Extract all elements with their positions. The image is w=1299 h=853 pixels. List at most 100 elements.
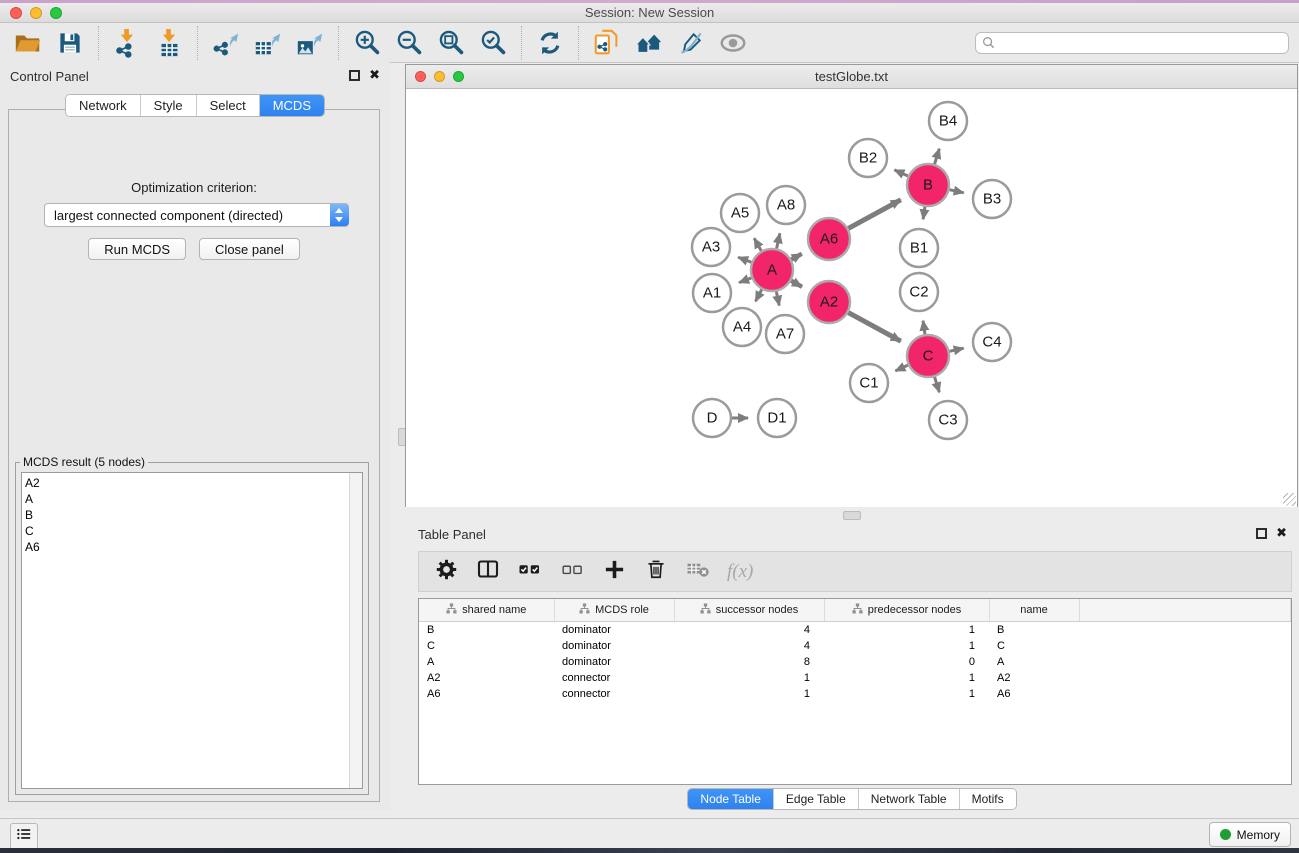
zoom-fit-button[interactable] [434, 26, 468, 60]
graph-node-A3[interactable]: A3 [692, 228, 730, 266]
clone-network-button[interactable] [590, 26, 624, 60]
table-cell[interactable]: B [419, 622, 554, 639]
edge-B-B2[interactable] [894, 170, 907, 176]
graph-node-B2[interactable]: B2 [849, 139, 887, 177]
export-network-button[interactable] [209, 26, 243, 60]
network-canvas[interactable]: B4B2BB3A8A5A6A3B1AC2A1A2A4A7C4CC1DD1C3 [406, 89, 1297, 507]
table-cell[interactable]: 4 [674, 622, 824, 639]
edge-A-A3[interactable] [738, 257, 751, 262]
tab-network-table[interactable]: Network Table [858, 789, 959, 809]
tab-motifs[interactable]: Motifs [959, 789, 1016, 809]
edge-A6-B[interactable] [848, 200, 900, 229]
table-cell[interactable]: 1 [674, 686, 824, 702]
horizontal-splitter-handle[interactable] [843, 511, 861, 520]
table-cell[interactable]: C [989, 638, 1079, 654]
tab-style[interactable]: Style [140, 95, 196, 116]
close-panel-icon[interactable]: ✖ [1276, 526, 1287, 540]
edge-A-A6[interactable] [791, 254, 801, 260]
table-cell[interactable]: 0 [824, 654, 989, 670]
graph-node-A1[interactable]: A1 [693, 274, 731, 312]
open-session-button[interactable] [11, 26, 45, 60]
memory-button[interactable]: Memory [1209, 822, 1291, 847]
table-cell[interactable]: A6 [419, 686, 554, 702]
edge-C-C2[interactable] [923, 321, 925, 334]
split-view-button[interactable] [475, 559, 501, 585]
table-row-A2[interactable]: A2connector11A2 [419, 670, 1291, 686]
mcds-result-item[interactable]: B [25, 507, 362, 523]
edge-B-B1[interactable] [923, 207, 925, 220]
float-panel-icon[interactable] [1256, 528, 1267, 539]
mcds-result-item[interactable]: A [25, 491, 362, 507]
table-cell[interactable]: A6 [989, 686, 1079, 702]
graph-node-A4[interactable]: A4 [723, 308, 761, 346]
export-table-button[interactable] [251, 26, 285, 60]
run-mcds-button[interactable]: Run MCDS [88, 238, 186, 260]
graph-node-B1[interactable]: B1 [900, 229, 938, 267]
zoom-in-button[interactable] [350, 26, 384, 60]
window-resize-grip-icon[interactable] [1283, 493, 1296, 506]
graph-node-A[interactable]: A [751, 249, 793, 291]
optimization-criterion-select[interactable]: largest connected component (directed) [44, 203, 349, 227]
table-row-C[interactable]: Cdominator41C [419, 638, 1291, 654]
table-cell[interactable]: 8 [674, 654, 824, 670]
close-panel-icon[interactable]: ✖ [369, 68, 380, 82]
tab-network[interactable]: Network [66, 95, 140, 116]
save-session-button[interactable] [53, 26, 87, 60]
mcds-result-item[interactable]: A2 [25, 475, 362, 491]
graph-node-C1[interactable]: C1 [850, 364, 888, 402]
zoom-selected-button[interactable] [476, 26, 510, 60]
column-header-predecessor-nodes[interactable]: predecessor nodes [824, 599, 989, 622]
mcds-result-item[interactable]: A6 [25, 539, 362, 555]
column-header-MCDS-role[interactable]: MCDS role [554, 599, 674, 622]
tab-edge-table[interactable]: Edge Table [773, 789, 858, 809]
delete-column-button[interactable] [643, 559, 669, 585]
edge-C-C1[interactable] [895, 365, 908, 371]
graph-node-A5[interactable]: A5 [721, 194, 759, 232]
table-row-A[interactable]: Adominator80A [419, 654, 1291, 670]
show-panels-button[interactable] [10, 823, 38, 850]
table-cell[interactable]: connector [554, 686, 674, 702]
zoom-out-button[interactable] [392, 26, 426, 60]
graph-node-C[interactable]: C [907, 335, 949, 377]
tab-node-table[interactable]: Node Table [688, 789, 773, 809]
column-header-successor-nodes[interactable]: successor nodes [674, 599, 824, 622]
import-table-button[interactable] [152, 26, 186, 60]
table-cell[interactable]: 4 [674, 638, 824, 654]
search-input[interactable] [975, 32, 1289, 54]
edge-A-A4[interactable] [756, 289, 762, 301]
add-column-button[interactable] [601, 559, 627, 585]
table-row-B[interactable]: Bdominator41B [419, 622, 1291, 639]
deselect-all-button[interactable] [559, 559, 585, 585]
graph-node-A6[interactable]: A6 [808, 218, 850, 260]
edge-C-C4[interactable] [949, 348, 963, 351]
table-cell[interactable]: A2 [419, 670, 554, 686]
table-cell[interactable]: 1 [824, 622, 989, 639]
edge-C-C3[interactable] [935, 377, 940, 392]
table-cell[interactable]: dominator [554, 622, 674, 639]
graph-node-A2[interactable]: A2 [808, 281, 850, 323]
apply-layout-button[interactable] [533, 26, 567, 60]
mcds-result-item[interactable]: C [25, 523, 362, 539]
edge-A-A5[interactable] [754, 238, 761, 251]
edge-B-B3[interactable] [949, 190, 963, 193]
graph-node-B3[interactable]: B3 [973, 180, 1011, 218]
float-panel-icon[interactable] [349, 70, 360, 81]
table-cell[interactable]: 1 [824, 638, 989, 654]
edge-B-B4[interactable] [935, 149, 940, 164]
network-overview-button[interactable] [632, 26, 666, 60]
table-row-A6[interactable]: A6connector11A6 [419, 686, 1291, 702]
graph-node-A8[interactable]: A8 [767, 186, 805, 224]
table-cell[interactable]: B [989, 622, 1079, 639]
table-cell[interactable]: 1 [674, 670, 824, 686]
tab-mcds[interactable]: MCDS [259, 95, 324, 116]
table-cell[interactable]: C [419, 638, 554, 654]
settings-gear-button[interactable] [433, 559, 459, 585]
graph-node-A7[interactable]: A7 [766, 315, 804, 353]
close-panel-button[interactable]: Close panel [199, 238, 300, 260]
table-cell[interactable]: A2 [989, 670, 1079, 686]
table-cell[interactable]: A [989, 654, 1079, 670]
listbox-scrollbar[interactable] [349, 473, 362, 788]
column-header-shared-name[interactable]: shared name [419, 599, 554, 622]
graph-node-D[interactable]: D [693, 399, 731, 437]
graph-node-D1[interactable]: D1 [758, 399, 796, 437]
